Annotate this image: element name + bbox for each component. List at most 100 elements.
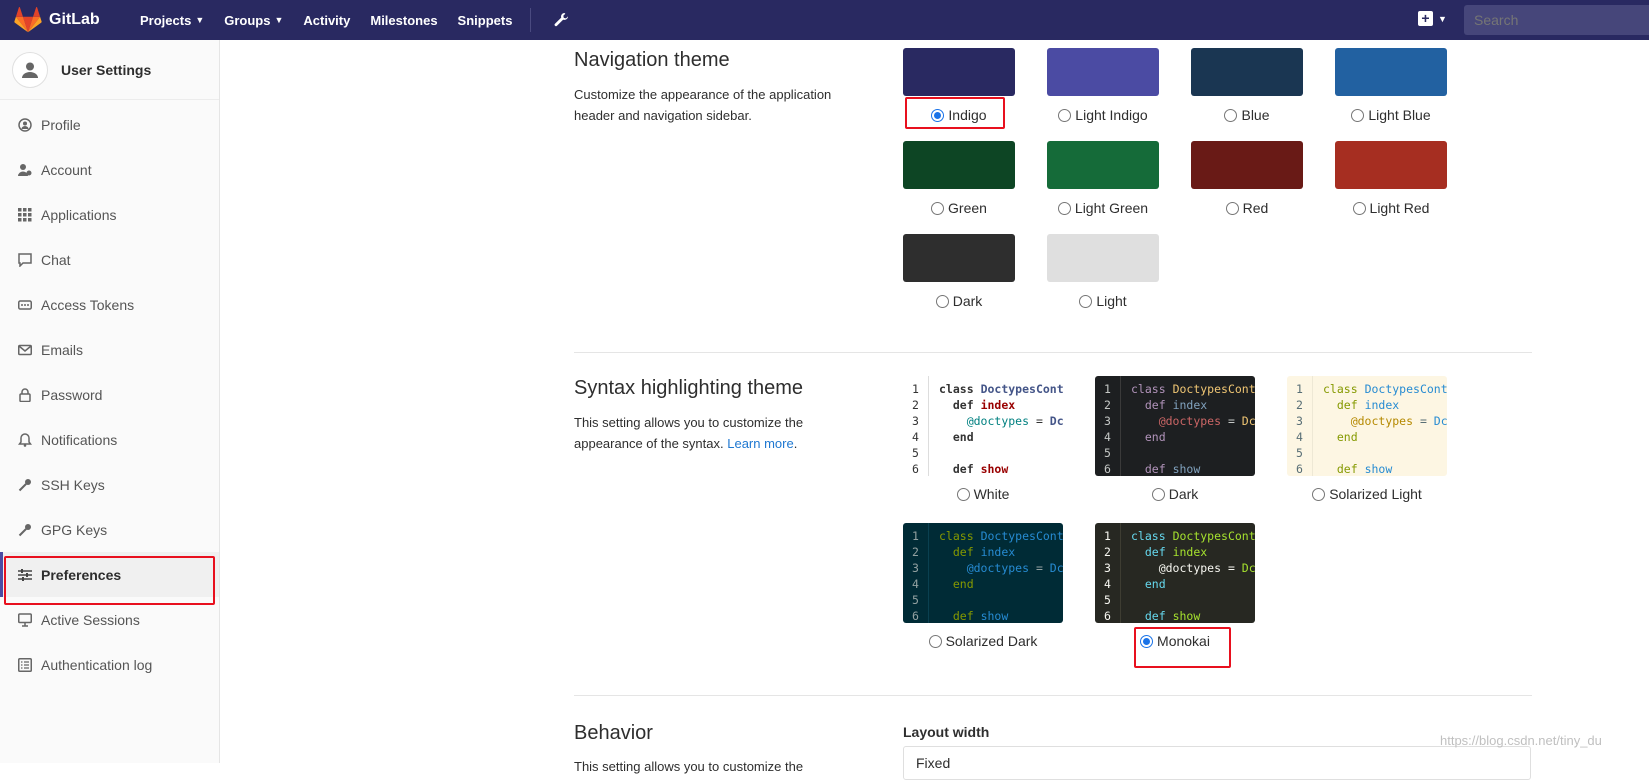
radio-button[interactable]	[1352, 201, 1366, 215]
sidebar-item-gpg-keys[interactable]: GPG Keys	[0, 507, 219, 552]
nav-theme-swatch-light[interactable]	[1047, 234, 1159, 282]
search-input[interactable]	[1464, 5, 1649, 35]
sidebar-item-profile[interactable]: Profile	[0, 102, 219, 147]
code-source: class DoctypesCont def index @doctypes =…	[1323, 381, 1447, 476]
nav-groups[interactable]: Groups ▼	[214, 13, 293, 28]
nav-theme-swatch-light-indigo[interactable]	[1047, 48, 1159, 96]
line-number: 1	[1296, 382, 1303, 396]
syntax-theme-option-monokai[interactable]: Monokai	[1095, 633, 1255, 649]
radio-button[interactable]	[935, 294, 949, 308]
syntax-theme-title: Syntax highlighting theme	[574, 377, 804, 399]
sidebar-item-label: Notifications	[41, 431, 118, 448]
nav-theme-option-red[interactable]: Red	[1191, 200, 1303, 216]
sidebar-item-emails[interactable]: Emails	[0, 327, 219, 372]
nav-theme-swatch-green[interactable]	[903, 141, 1015, 189]
nav-theme-option-label: Light Green	[1074, 200, 1149, 216]
nav-projects[interactable]: Projects ▼	[130, 13, 214, 28]
line-number: 6	[1296, 462, 1303, 476]
syntax-theme-option-solarized-dark[interactable]: Solarized Dark	[903, 633, 1063, 649]
learn-more-link[interactable]: Learn more	[727, 436, 793, 451]
syntax-preview-solarized-dark[interactable]: 1 2 3 4 5 6 class DoctypesCont def index @doct…	[903, 523, 1063, 623]
nav-milestones-label: Milestones	[370, 12, 438, 28]
line-number: 2	[1104, 545, 1111, 559]
nav-theme-option-light-green[interactable]: Light Green	[1047, 200, 1159, 216]
layout-width-value: Fixed	[916, 755, 951, 771]
nav-theme-option-dark[interactable]: Dark	[903, 293, 1015, 309]
sidebar-item-password[interactable]: Password	[0, 372, 219, 417]
nav-theme-swatch-dark[interactable]	[903, 234, 1015, 282]
line-number: 4	[1104, 430, 1111, 444]
nav-theme-option-light-red[interactable]: Light Red	[1335, 200, 1447, 216]
radio-button[interactable]	[1058, 108, 1072, 122]
syntax-preview-solarized-light[interactable]: 1 2 3 4 5 6 class DoctypesCont def index @doct…	[1287, 376, 1447, 476]
new-dropdown[interactable]: + ▼	[1418, 11, 1447, 26]
sidebar-item-chat[interactable]: Chat	[0, 237, 219, 282]
sidebar-item-label: Active Sessions	[41, 611, 140, 628]
sidebar-item-applications[interactable]: Applications	[0, 192, 219, 237]
line-number: 4	[912, 577, 919, 591]
sidebar-item-account[interactable]: Account	[0, 147, 219, 192]
sidebar-item-access-tokens[interactable]: Access Tokens	[0, 282, 219, 327]
nav-theme-swatch-blue[interactable]	[1191, 48, 1303, 96]
radio-button[interactable]	[928, 634, 942, 648]
user-icon	[22, 62, 38, 78]
nav-theme-option-green[interactable]: Green	[903, 200, 1015, 216]
nav-snippets[interactable]: Snippets	[448, 13, 523, 28]
radio-button[interactable]	[1057, 201, 1071, 215]
line-number: 4	[912, 430, 919, 444]
nav-theme-option-blue[interactable]: Blue	[1191, 107, 1303, 123]
radio-button[interactable]	[1312, 487, 1326, 501]
applications-icon	[18, 207, 32, 221]
nav-milestones[interactable]: Milestones	[360, 13, 447, 28]
sidebar-item-ssh-keys[interactable]: SSH Keys	[0, 462, 219, 507]
syntax-theme-option-white[interactable]: White	[903, 486, 1063, 502]
gitlab-logo[interactable]: GitLab	[14, 7, 124, 33]
radio-button[interactable]	[1079, 294, 1093, 308]
sidebar-item-preferences[interactable]: Preferences	[0, 552, 219, 597]
chat-icon	[18, 252, 32, 267]
sidebar-item-active-sessions[interactable]: Active Sessions	[0, 597, 219, 642]
top-nav: Projects ▼ Groups ▼ Activity Milestones Sn…	[130, 8, 569, 32]
lock-icon	[19, 387, 31, 402]
code-line: def index	[1336, 398, 1400, 412]
nav-theme-swatch-light-red[interactable]	[1335, 141, 1447, 189]
nav-groups-label: Groups	[224, 12, 271, 28]
nav-theme-option-indigo[interactable]: Indigo	[903, 107, 1015, 123]
nav-theme-swatch-light-blue[interactable]	[1335, 48, 1447, 96]
sidebar-item-authentication-log[interactable]: Authentication log	[0, 642, 219, 687]
nav-theme-option-light-indigo[interactable]: Light Indigo	[1047, 107, 1159, 123]
wrench-icon[interactable]	[553, 12, 569, 28]
nav-theme-swatch-light-green[interactable]	[1047, 141, 1159, 189]
radio-button[interactable]	[931, 201, 945, 215]
nav-theme-swatch-red[interactable]	[1191, 141, 1303, 189]
nav-projects-label: Projects	[140, 12, 192, 28]
syntax-preview-dark[interactable]: 1 2 3 4 5 6 class DoctypesCont def index @doct…	[1095, 376, 1255, 476]
radio-button[interactable]	[956, 487, 970, 501]
gitlab-tanuki-icon	[14, 7, 42, 33]
radio-button[interactable]	[931, 108, 945, 122]
nav-theme-option-light[interactable]: Light	[1047, 293, 1159, 309]
code-line: def show	[952, 462, 1009, 476]
syntax-theme-option-solarized-light[interactable]: Solarized Light	[1287, 486, 1447, 502]
line-number: 3	[912, 414, 919, 428]
sidebar-header[interactable]: User Settings	[0, 40, 219, 100]
radio-button[interactable]	[1140, 634, 1154, 648]
top-header: GitLab Projects ▼ Groups ▼ Activity Milest…	[0, 0, 1649, 40]
layout-width-select[interactable]: Fixed	[903, 746, 1531, 780]
nav-activity[interactable]: Activity	[293, 13, 360, 28]
sidebar-item-notifications[interactable]: Notifications	[0, 417, 219, 462]
nav-theme-option-light-blue[interactable]: Light Blue	[1335, 107, 1447, 123]
radio-button[interactable]	[1351, 108, 1365, 122]
radio-button[interactable]	[1151, 487, 1165, 501]
sidebar-item-label: Account	[41, 161, 92, 178]
radio-button[interactable]	[1225, 201, 1239, 215]
line-number: 6	[1104, 462, 1111, 476]
syntax-theme-option-dark[interactable]: Dark	[1095, 486, 1255, 502]
nav-theme-swatch-indigo[interactable]	[903, 48, 1015, 96]
nav-theme-option-label: Light Blue	[1368, 107, 1431, 123]
radio-button[interactable]	[1224, 108, 1238, 122]
syntax-preview-monokai[interactable]: 1 2 3 4 5 6 class DoctypesCont def index @doct…	[1095, 523, 1255, 623]
syntax-preview-white[interactable]: 1 2 3 4 5 6 class DoctypesCont def index @doct…	[903, 376, 1063, 476]
code-source: class DoctypesCont def index @doctypes =…	[1131, 381, 1255, 476]
